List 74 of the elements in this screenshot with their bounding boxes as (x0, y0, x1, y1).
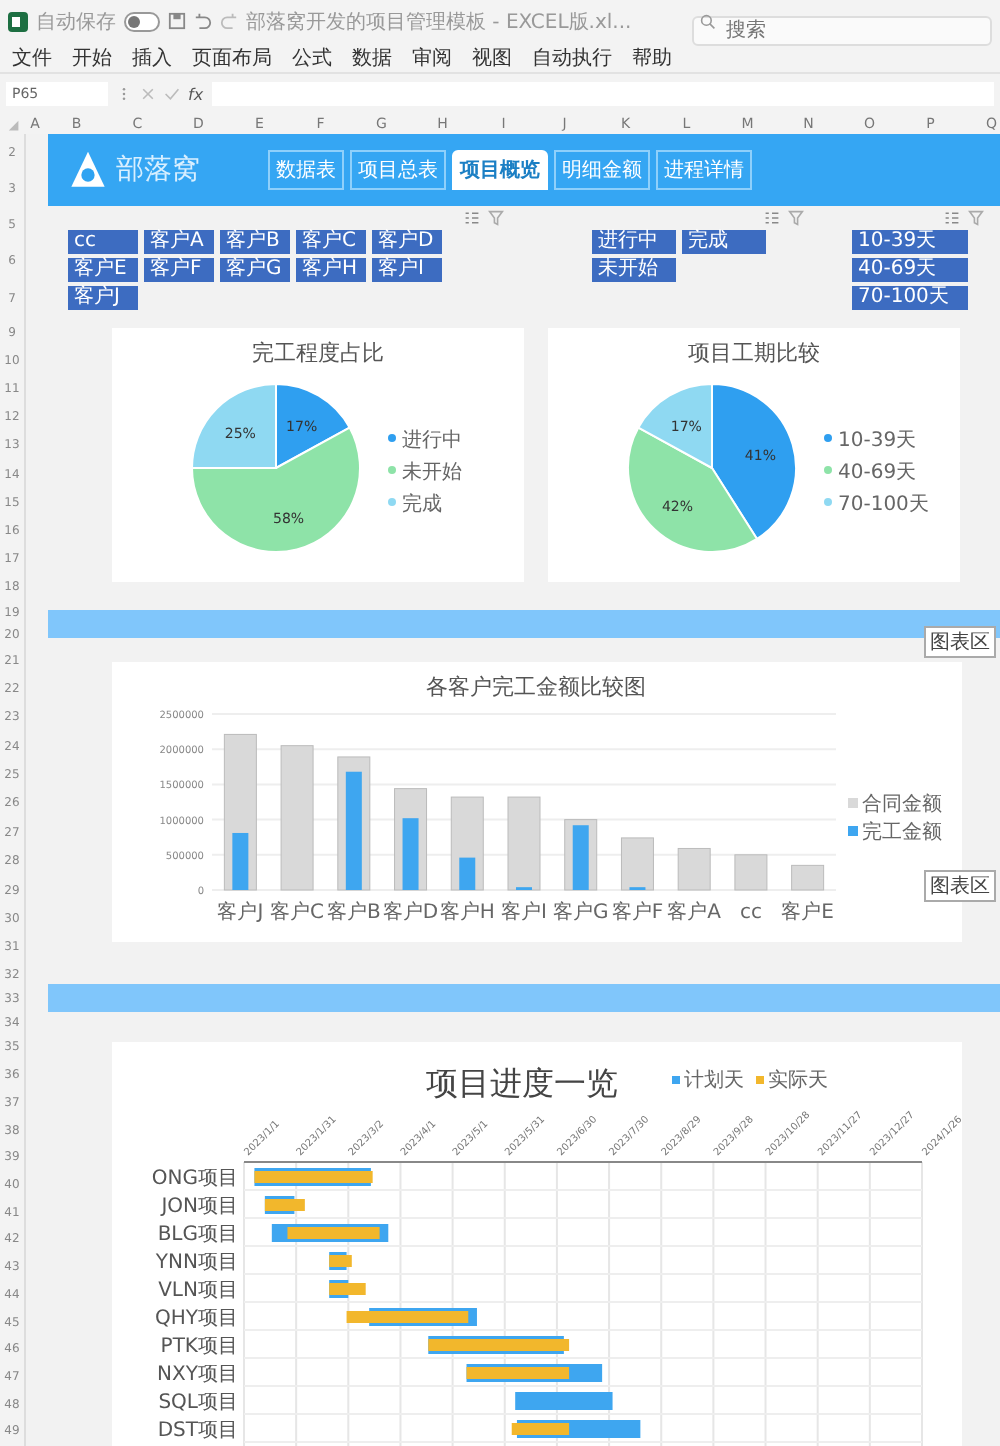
legend-label: 未开始 (402, 462, 462, 484)
slicer-button[interactable]: 40-69天 (852, 258, 968, 282)
legend-label: 实际天 (768, 1070, 828, 1092)
axis-category-label: NXY项目 (157, 1364, 238, 1386)
legend-label: 10-39天 (838, 430, 917, 452)
window-title: 部落窝开发的项目管理模板 - EXCEL版.xl... (246, 9, 634, 35)
legend-label: 40-69天 (838, 462, 917, 484)
menu-item[interactable]: 开始 (72, 43, 112, 71)
axis-category-label: SQL项目 (158, 1392, 238, 1414)
axis-category-label: ONG项目 (151, 1168, 238, 1190)
slicer-button[interactable]: 70-100天 (852, 286, 968, 310)
axis-category-label: 客户A (667, 902, 722, 924)
axis-category-label: 客户E (781, 902, 834, 924)
menu-item[interactable]: 帮助 (632, 43, 672, 71)
axis-category-label: DST项目 (157, 1420, 238, 1442)
menu-item[interactable]: 插入 (132, 43, 172, 71)
axis-category-label: 客户H (439, 902, 495, 924)
legend-label: 合同金额 (862, 794, 942, 816)
slicer-button[interactable]: 未开始 (592, 258, 676, 282)
search-field[interactable]: 搜索 (692, 16, 992, 46)
axis-category-label: 客户I (501, 902, 547, 924)
axis-category-label: JON项目 (161, 1196, 238, 1218)
chart-title: 项目进度一览 (426, 1064, 618, 1102)
nav-tab[interactable]: 项目概览 (452, 150, 548, 190)
slicer-button[interactable]: 客户F (144, 258, 214, 282)
slicer-button[interactable]: 客户E (68, 258, 138, 282)
menu-item[interactable]: 页面布局 (192, 43, 272, 71)
logo-text: 部落窝 (116, 152, 200, 188)
slicer-button[interactable]: 客户D (372, 230, 442, 254)
axis-category-label: QHY项目 (155, 1308, 238, 1330)
menu-item[interactable]: 视图 (472, 43, 512, 71)
nav-tab[interactable]: 数据表 (268, 150, 344, 190)
slicer-button[interactable]: 客户G (220, 258, 290, 282)
slicer-button[interactable]: 完成 (682, 230, 766, 254)
menu-item[interactable]: 公式 (292, 43, 332, 71)
slicer-button[interactable]: 客户J (68, 286, 138, 310)
axis-category-label: 客户B (326, 902, 381, 924)
insert-function-button[interactable]: fx (188, 85, 204, 103)
slicer-button[interactable]: 进行中 (592, 230, 676, 254)
menu-item[interactable]: 数据 (352, 43, 392, 71)
menu-item[interactable]: 文件 (12, 43, 52, 71)
axis-category-label: cc (739, 902, 762, 924)
nav-tab[interactable]: 进程详情 (656, 150, 752, 190)
axis-category-label: YNN项目 (155, 1252, 238, 1274)
slicer-button[interactable]: 客户A (144, 230, 214, 254)
axis-category-label: PTK项目 (160, 1336, 238, 1358)
slicer-button[interactable]: 客户H (296, 258, 366, 282)
legend-label: 进行中 (402, 430, 462, 452)
axis-category-label: 客户D (382, 902, 439, 924)
menu-item[interactable]: 自动执行 (532, 43, 612, 71)
axis-category-label: 客户J (217, 902, 264, 924)
nav-tab[interactable]: 明细金额 (554, 150, 650, 190)
chart-title: 项目工期比较 (688, 340, 820, 366)
slicer-button[interactable]: 10-39天 (852, 230, 968, 254)
legend-label: 完工金额 (862, 822, 942, 844)
axis-category-label: BLG项目 (157, 1224, 238, 1246)
axis-category-label: 客户F (611, 902, 664, 924)
axis-category-label: VLN项目 (158, 1280, 238, 1302)
menu-item[interactable]: 审阅 (412, 43, 452, 71)
legend-label: 70-100天 (838, 494, 929, 516)
legend-label: 计划天 (684, 1070, 744, 1092)
chart-area-tooltip: 图表区 (924, 626, 996, 658)
legend-label: 完成 (402, 494, 442, 516)
chart-area-tooltip: 图表区 (924, 870, 996, 902)
slicer-button[interactable]: 客户C (296, 230, 366, 254)
slicer-button[interactable]: cc (68, 230, 138, 254)
autosave-label: 自动保存 (36, 9, 116, 35)
nav-tab[interactable]: 项目总表 (350, 150, 446, 190)
axis-category-label: 客户C (270, 902, 325, 924)
chart-title: 各客户完工金额比较图 (426, 674, 646, 700)
slicer-button[interactable]: 客户B (220, 230, 290, 254)
axis-category-label: 客户G (553, 902, 609, 924)
chart-title: 完工程度占比 (252, 340, 384, 366)
slicer-button[interactable]: 客户I (372, 258, 442, 282)
